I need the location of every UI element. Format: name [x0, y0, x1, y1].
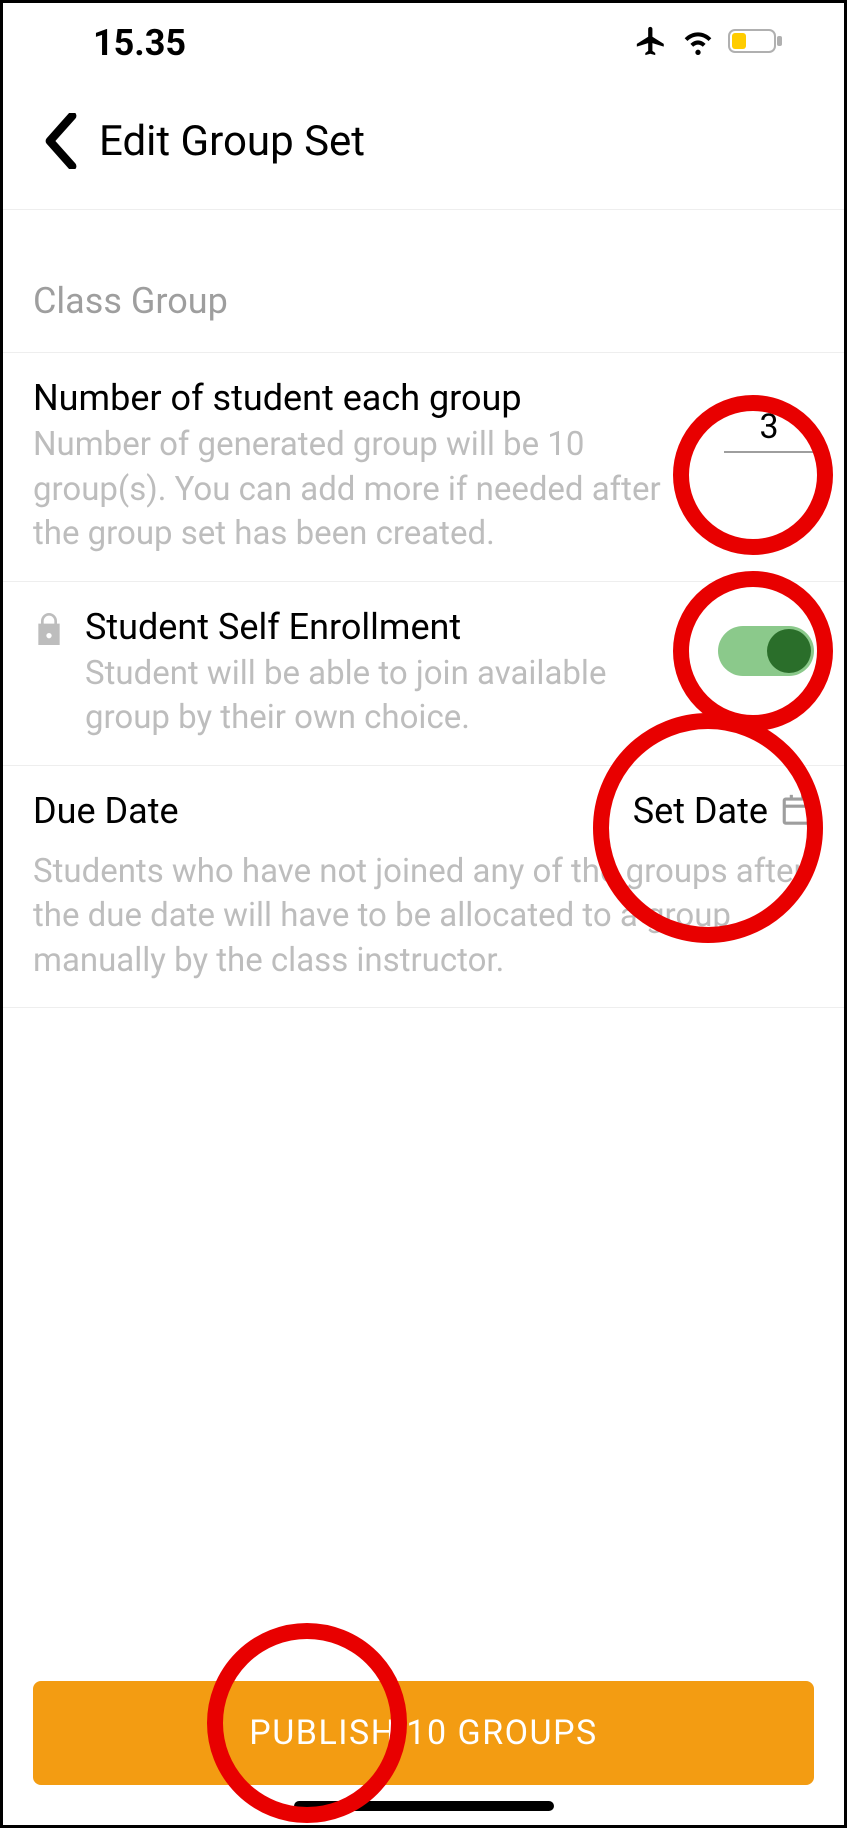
status-icons [634, 24, 784, 62]
due-date-title: Due Date [33, 790, 179, 832]
header: Edit Group Set [3, 83, 844, 210]
status-bar: 15.35 [3, 3, 844, 83]
publish-button-label: PUBLISH 10 GROUPS [249, 1713, 597, 1753]
group-size-title: Number of student each group [33, 377, 704, 419]
due-date-desc: Students who have not joined any of the … [33, 850, 814, 984]
status-time: 15.35 [93, 22, 186, 64]
set-date-label: Set Date [633, 790, 768, 832]
self-enrollment-desc: Student will be able to join available g… [85, 652, 698, 741]
self-enrollment-toggle[interactable] [718, 626, 814, 676]
home-indicator [294, 1801, 554, 1811]
group-size-row: Number of student each group Number of g… [3, 353, 844, 582]
section-label: Class Group [3, 210, 844, 353]
due-date-row: Due Date Set Date Students who have not … [3, 766, 844, 1009]
back-button[interactable] [43, 113, 79, 169]
calendar-icon [780, 792, 814, 830]
group-size-desc: Number of generated group will be 10 gro… [33, 423, 704, 557]
battery-icon [728, 27, 784, 59]
self-enrollment-title: Student Self Enrollment [85, 606, 698, 648]
lock-icon [33, 606, 65, 652]
group-size-input[interactable] [724, 407, 814, 453]
set-date-button[interactable]: Set Date [633, 790, 814, 832]
publish-button[interactable]: PUBLISH 10 GROUPS [33, 1681, 814, 1785]
wifi-icon [682, 25, 714, 61]
airplane-mode-icon [634, 24, 668, 62]
header-title: Edit Group Set [99, 117, 365, 166]
self-enrollment-row: Student Self Enrollment Student will be … [3, 582, 844, 766]
